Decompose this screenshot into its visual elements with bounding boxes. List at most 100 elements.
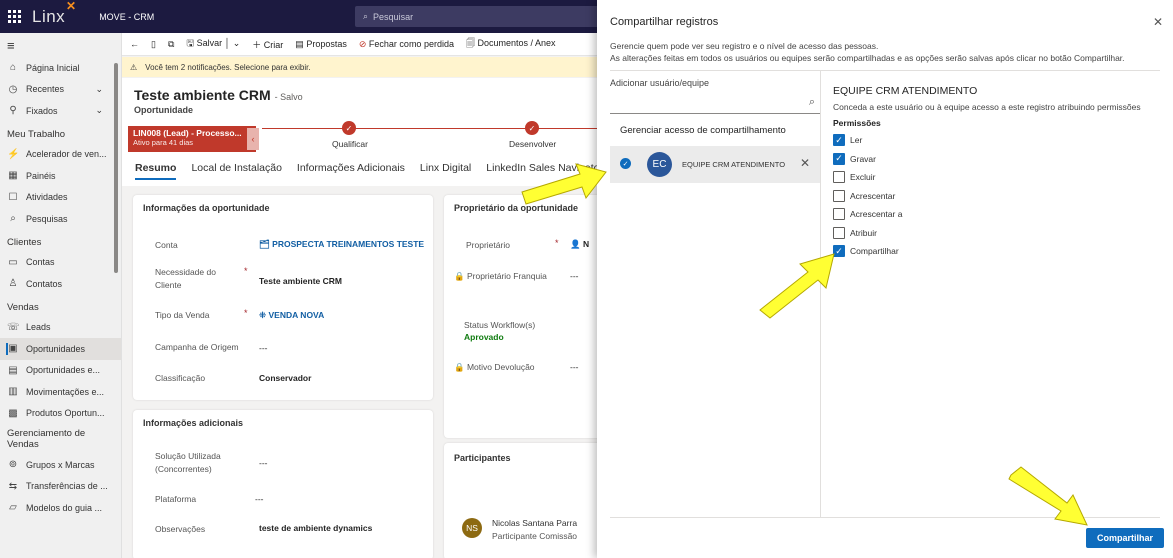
- sidebar-group-title: Meu Trabalho: [7, 128, 66, 140]
- popout-icon[interactable]: ⧉: [168, 39, 174, 50]
- sidebar-item-oportunidades-e[interactable]: ▤ Oportunidades e...: [0, 360, 121, 382]
- bpf-check-icon[interactable]: ✓: [342, 121, 356, 135]
- documents-button[interactable]: 🗐 Documentos / Anex: [466, 36, 556, 52]
- workflow-status-value: Aprovado: [464, 332, 504, 342]
- bpf-stage-qualify[interactable]: Qualificar: [332, 139, 368, 149]
- checkbox-unchecked-icon[interactable]: [833, 189, 845, 202]
- nav-entity-icon: ☏: [7, 321, 20, 333]
- chevron-down-icon[interactable]: ⌄: [95, 105, 103, 116]
- solution-value[interactable]: ---: [259, 458, 268, 468]
- chevron-down-icon[interactable]: ⌄: [95, 84, 103, 95]
- app-launcher-icon[interactable]: [0, 0, 28, 33]
- checkbox-checked-icon[interactable]: ✓: [833, 152, 845, 165]
- share-button[interactable]: Compartilhar: [1086, 528, 1164, 548]
- card-title: Informações adicionais: [143, 418, 244, 428]
- add-user-team-input[interactable]: ⌕: [610, 93, 820, 114]
- sidebar-item-atividades[interactable]: ☐ Atividades: [0, 187, 121, 209]
- owner-value[interactable]: 👤 N: [570, 239, 589, 250]
- checkbox-unchecked-icon[interactable]: [833, 226, 845, 239]
- classification-value[interactable]: Conservador: [259, 373, 311, 383]
- checkbox-unchecked-icon[interactable]: [833, 208, 845, 220]
- nav-entity-icon: ▥: [8, 386, 18, 398]
- record-icon[interactable]: ▯: [151, 39, 156, 50]
- participant-avatar[interactable]: NS: [462, 518, 482, 538]
- required-marker: *: [244, 308, 248, 318]
- save-button[interactable]: 🖫 Salvar │ ⌄: [186, 36, 240, 52]
- add-user-team-label: Adicionar usuário/equipe: [610, 78, 710, 88]
- record-title: Teste ambiente CRM - Salvo: [134, 87, 303, 103]
- bpf-stage-develop[interactable]: Desenvolver: [509, 139, 556, 149]
- permission-atribuir[interactable]: Atribuir: [833, 226, 877, 239]
- create-button[interactable]: ＋ Criar: [252, 38, 283, 51]
- sidebar-item-contatos[interactable]: ♙ Contatos: [0, 273, 121, 295]
- franchise-value[interactable]: ---: [570, 271, 579, 281]
- participant-name[interactable]: Nicolas Santana Parra: [492, 518, 577, 528]
- permission-acrescentar-a[interactable]: Acrescentar a: [833, 208, 902, 220]
- tab-resumo[interactable]: Resumo: [135, 162, 177, 180]
- sidebar-item-pain-is[interactable]: ▦ Painéis: [0, 165, 121, 187]
- permission-label: Compartilhar: [850, 246, 899, 256]
- permission-label: Gravar: [850, 153, 876, 164]
- warning-icon: ⚠: [130, 62, 138, 72]
- sale-type-lookup[interactable]: ⁜ VENDA NOVA: [259, 310, 324, 321]
- need-value[interactable]: Teste ambiente CRM: [259, 276, 342, 286]
- selected-check-icon[interactable]: ✓: [620, 158, 631, 169]
- sidebar-item-modelos-do-guia[interactable]: ▱ Modelos do guia ...: [0, 497, 121, 519]
- tab-informacoes-adicionais[interactable]: Informações Adicionais: [297, 162, 405, 174]
- permission-acrescentar[interactable]: Acrescentar: [833, 189, 895, 202]
- sidebar-item-label: Grupos x Marcas: [26, 459, 95, 470]
- checkbox-unchecked-icon[interactable]: [833, 171, 845, 183]
- sidebar-item-recentes[interactable]: ◷ Recentes ⌄: [0, 79, 121, 101]
- bpf-active-stage[interactable]: LIN008 (Lead) - Processo... Ativo para 4…: [128, 126, 256, 152]
- return-reason-value[interactable]: ---: [570, 362, 579, 372]
- notification-bar[interactable]: ⚠ Você tem 2 notificações. Selecione par…: [122, 57, 600, 77]
- sidebar-item-produtos-oportun[interactable]: ▩ Produtos Oportun...: [0, 403, 121, 425]
- permission-ler[interactable]: ✓ Ler: [833, 134, 862, 146]
- sidebar-item-label: Transferências de ...: [26, 481, 108, 492]
- sidebar-item-p-gina-inicial[interactable]: ⌂ Página Inicial: [0, 57, 121, 79]
- required-marker: *: [244, 266, 248, 276]
- platform-value[interactable]: ---: [255, 494, 264, 504]
- tab-linx-digital[interactable]: Linx Digital: [420, 162, 471, 174]
- campaign-value[interactable]: ---: [259, 343, 268, 353]
- sidebar-item-fixados[interactable]: ⚲ Fixados ⌄: [0, 100, 121, 122]
- card-participants: Participantes NS Nicolas Santana Parra P…: [444, 443, 604, 558]
- shared-member-row[interactable]: ✓ EC EQUIPE CRM ATENDIMENTO ✕: [610, 146, 820, 183]
- sidebar-item-movimenta-es-e[interactable]: ▥ Movimentações e...: [0, 381, 121, 403]
- tab-local-instalacao[interactable]: Local de Instalação: [191, 162, 281, 174]
- permission-gravar[interactable]: ✓ Gravar: [833, 152, 876, 165]
- home-icon: ⌂: [9, 62, 17, 74]
- sidebar-item-transfer-ncias-de[interactable]: ⇆ Transferências de ...: [0, 476, 121, 498]
- close-as-lost-button[interactable]: ⊘ Fechar como perdida: [359, 39, 454, 50]
- bpf-check-icon[interactable]: ✓: [525, 121, 539, 135]
- sidebar-item-contas[interactable]: ▭ Contas: [0, 252, 121, 274]
- field-label: Solução Utilizada (Concorrentes): [155, 451, 221, 474]
- app-name[interactable]: MOVE - CRM: [99, 12, 154, 22]
- close-icon[interactable]: ✕: [1153, 15, 1163, 29]
- sidebar-item-grupos-x-marcas[interactable]: ⊚ Grupos x Marcas: [0, 454, 121, 476]
- nav-entity-icon: ▩: [8, 407, 18, 419]
- checkbox-checked-icon[interactable]: ✓: [833, 134, 845, 146]
- proposals-button[interactable]: ▤ Propostas: [295, 39, 347, 50]
- participant-role: Participante Comissão: [492, 531, 578, 541]
- account-lookup[interactable]: 🗂 PROSPECTA TREINAMENTOS TESTE: [259, 239, 424, 250]
- bpf-previous-icon[interactable]: ‹: [247, 128, 259, 150]
- panel-title: Compartilhar registros: [610, 16, 719, 28]
- field-label: Necessidade do Cliente: [155, 267, 216, 290]
- record-entity: Oportunidade: [134, 105, 193, 115]
- remove-member-icon[interactable]: ✕: [800, 156, 810, 170]
- card-owner: Proprietário da oportunidade Proprietári…: [444, 195, 604, 438]
- hamburger-menu-icon[interactable]: ≡: [0, 33, 121, 57]
- yellow-arrow-icon: [759, 253, 835, 319]
- sidebar-item-acelerador-de-ven[interactable]: ⚡ Acelerador de ven...: [0, 144, 121, 166]
- permission-excluir[interactable]: Excluir: [833, 171, 876, 183]
- bpf-progress-line: [262, 128, 600, 129]
- sidebar-item-oportunidades[interactable]: ▣ Oportunidades: [0, 338, 121, 360]
- observations-value[interactable]: teste de ambiente dynamics: [259, 523, 372, 533]
- sidebar-scrollbar[interactable]: [114, 63, 118, 273]
- back-arrow-icon[interactable]: ←: [130, 39, 139, 49]
- sidebar-item-pesquisas[interactable]: ⌕ Pesquisas: [0, 208, 121, 230]
- search-icon[interactable]: ⌕: [809, 96, 815, 109]
- permission-compartilhar[interactable]: ✓ Compartilhar: [833, 245, 899, 257]
- sidebar-item-leads[interactable]: ☏ Leads: [0, 317, 121, 339]
